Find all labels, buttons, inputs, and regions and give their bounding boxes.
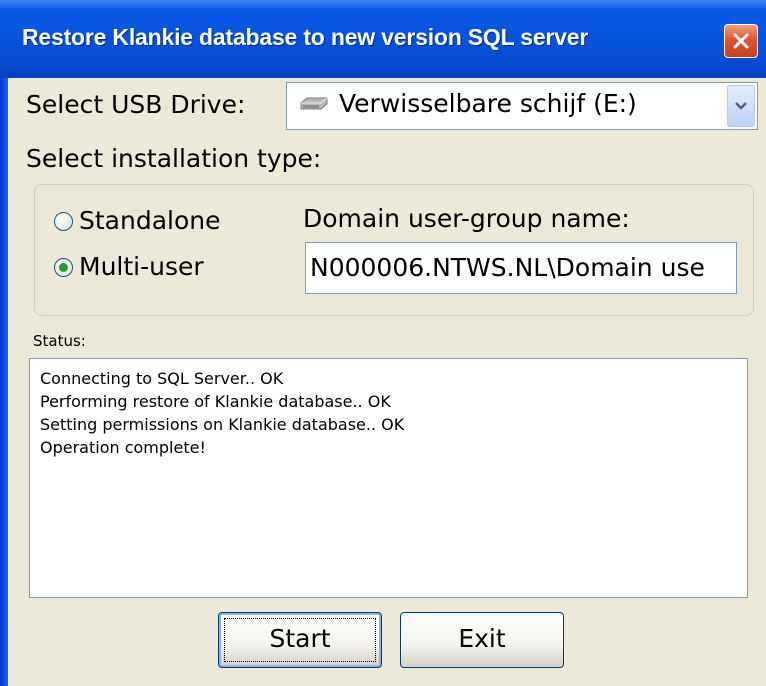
window-border — [0, 78, 8, 686]
start-button[interactable]: Start — [218, 612, 382, 668]
multi-user-radio[interactable] — [54, 258, 73, 277]
multi-user-label[interactable]: Multi-user — [79, 252, 204, 281]
focus-rectangle — [224, 618, 376, 662]
radio-selected-dot — [59, 263, 68, 272]
status-log[interactable]: Connecting to SQL Server.. OK Performing… — [29, 358, 748, 598]
domain-group-input[interactable]: N000006.NTWS.NL\Domain use — [305, 242, 737, 294]
usb-drive-label: Select USB Drive: — [26, 90, 246, 119]
close-button[interactable] — [724, 24, 758, 58]
status-line: Setting permissions on Klankie database.… — [40, 415, 405, 434]
close-icon — [733, 33, 749, 49]
status-line: Connecting to SQL Server.. OK — [40, 369, 284, 388]
domain-group-value: N000006.NTWS.NL\Domain use — [310, 253, 705, 282]
dialog-body: Select USB Drive: Verwisselbare schijf (… — [8, 78, 766, 686]
restore-dialog: Restore Klankie database to new version … — [0, 0, 766, 686]
usb-drive-icon — [300, 97, 328, 110]
status-label: Status: — [33, 332, 86, 350]
title-bar[interactable]: Restore Klankie database to new version … — [0, 0, 766, 78]
status-line: Operation complete! — [40, 438, 206, 457]
window-title: Restore Klankie database to new version … — [22, 24, 589, 50]
exit-button[interactable]: Exit — [400, 612, 564, 668]
standalone-label[interactable]: Standalone — [79, 206, 221, 235]
usb-drive-select[interactable]: Verwisselbare schijf (E:) — [286, 82, 758, 130]
installation-type-label: Select installation type: — [26, 144, 322, 173]
exit-button-label: Exit — [458, 624, 506, 653]
dropdown-button[interactable] — [727, 85, 755, 127]
status-line: Performing restore of Klankie database..… — [40, 392, 391, 411]
chevron-down-icon — [735, 102, 747, 110]
standalone-radio[interactable] — [54, 212, 73, 231]
domain-group-label: Domain user-group name: — [303, 204, 630, 233]
usb-drive-value: Verwisselbare schijf (E:) — [339, 89, 637, 118]
